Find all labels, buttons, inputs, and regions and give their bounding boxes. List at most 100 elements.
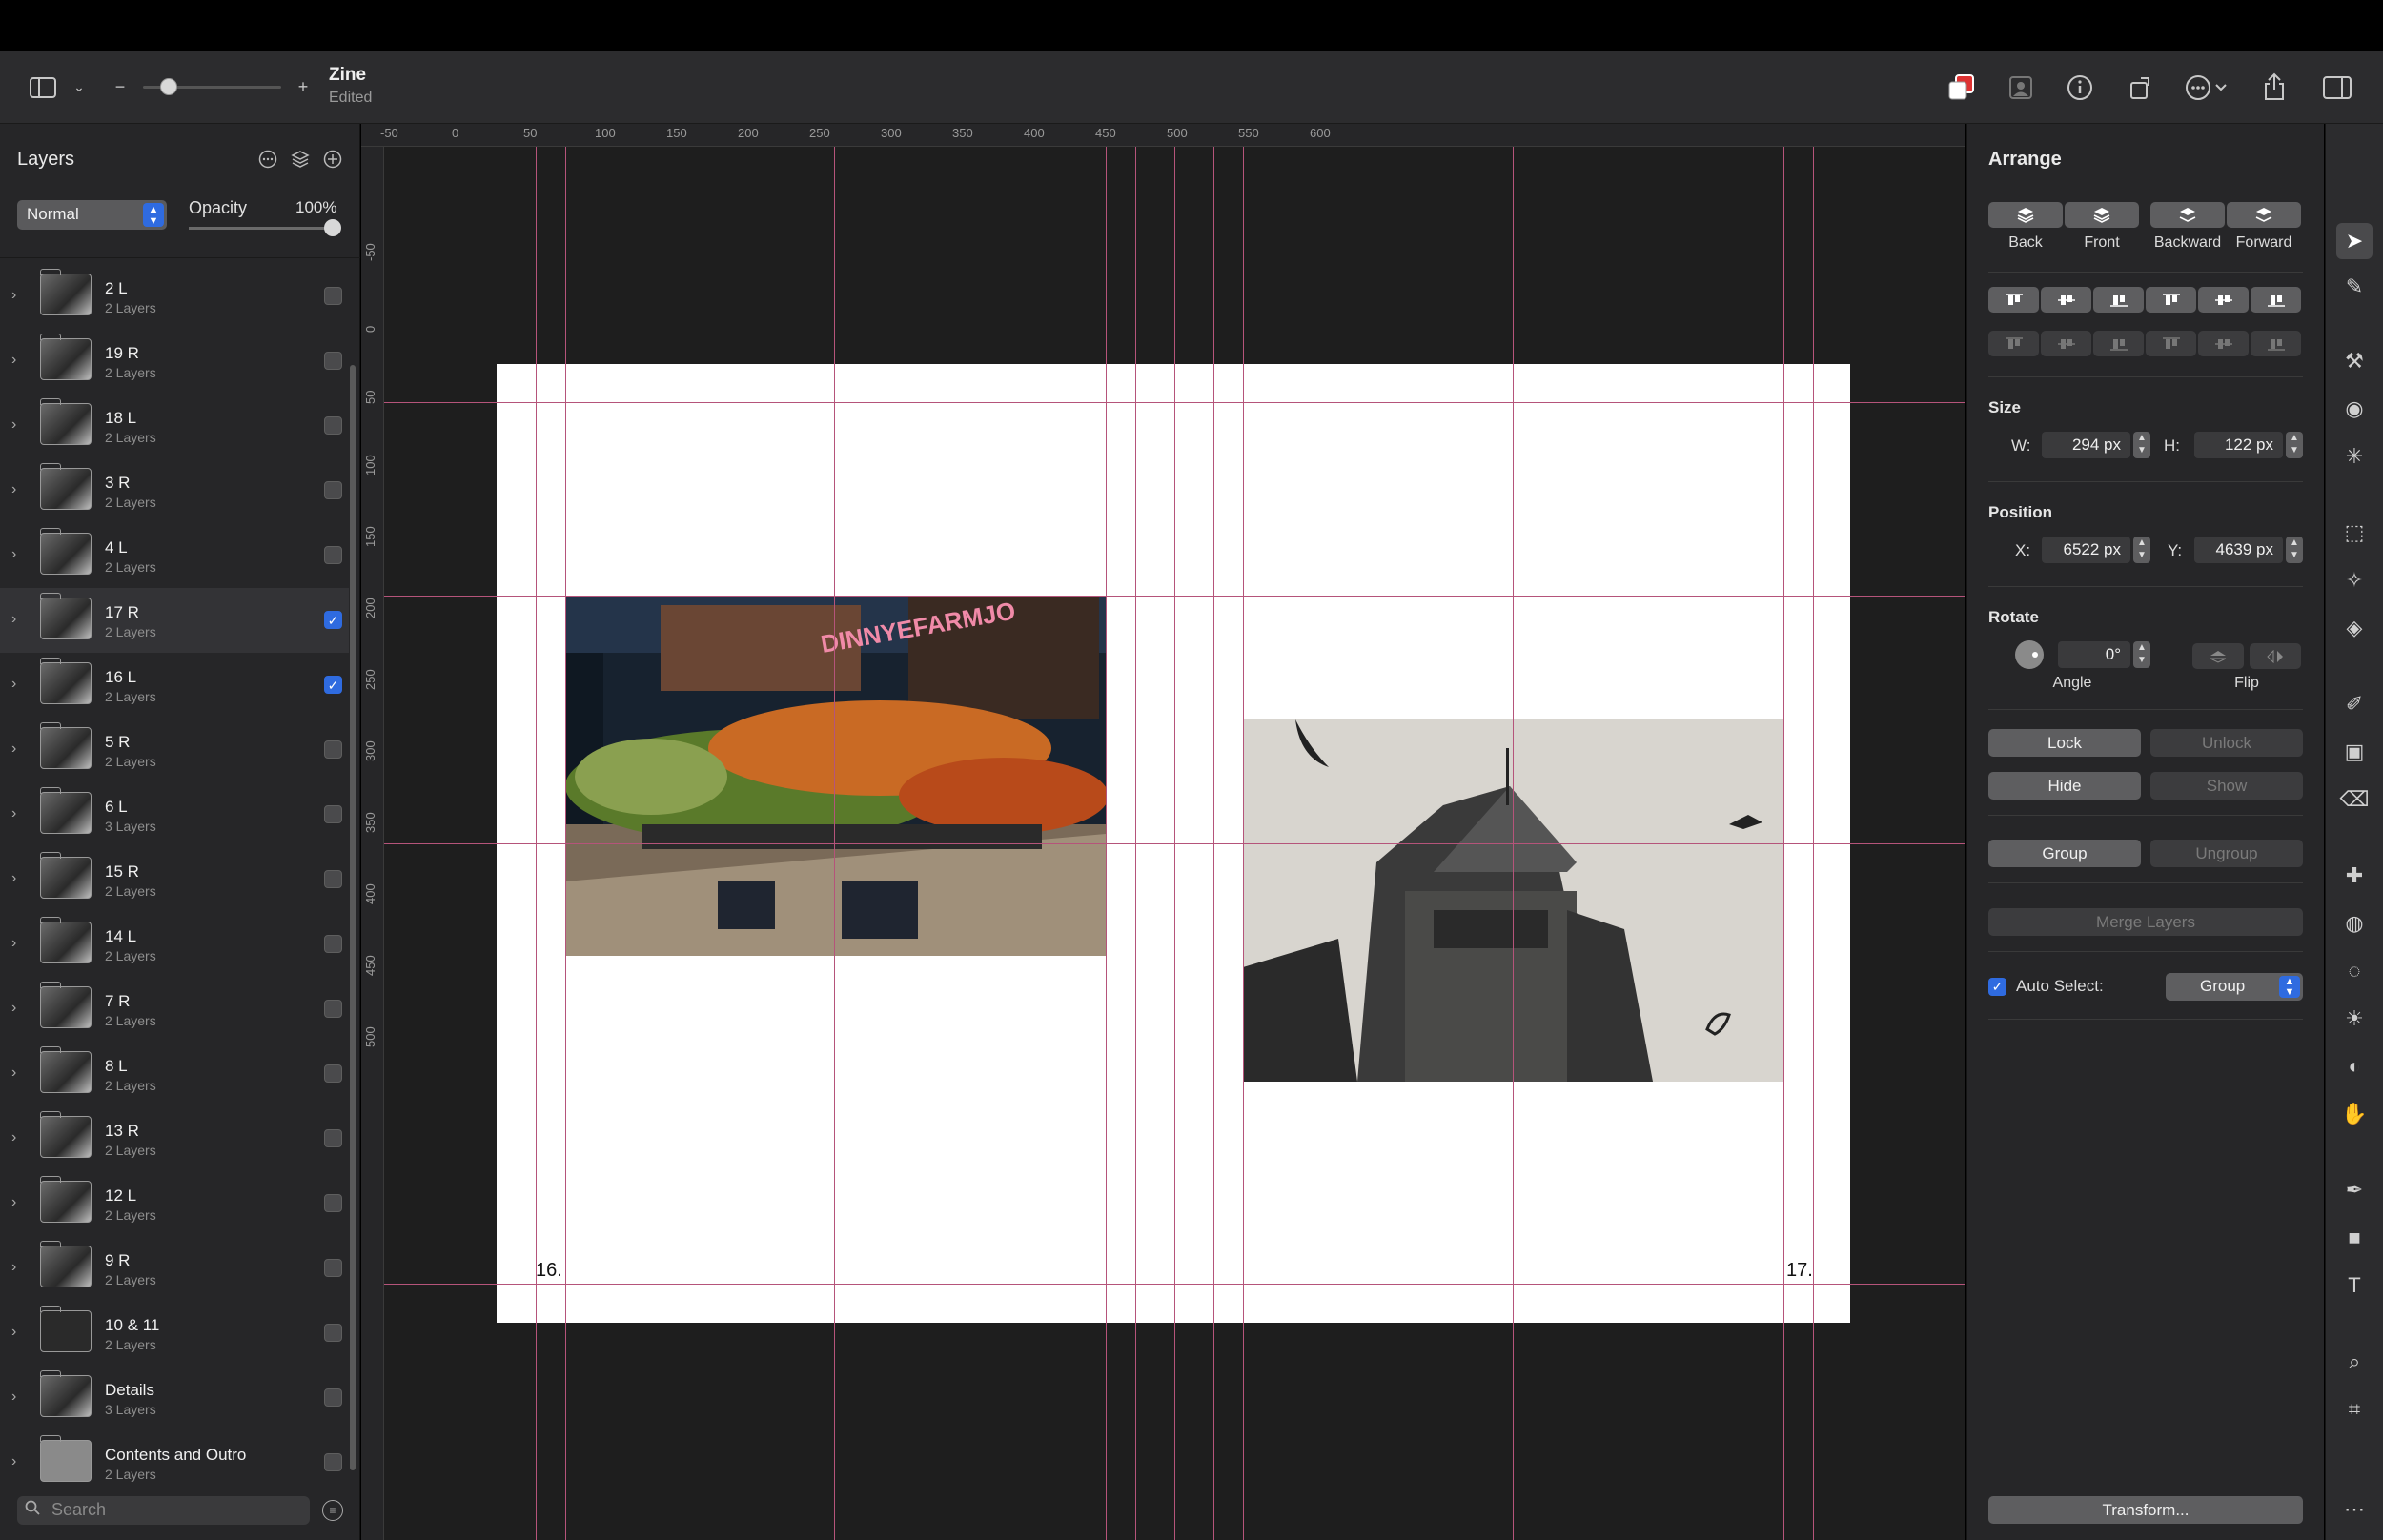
layer-row[interactable]: › 17 R 2 Layers ✓ — [0, 588, 349, 653]
more-tools-icon[interactable]: ⋯ — [2336, 1491, 2373, 1528]
show-button[interactable]: Show — [2150, 772, 2303, 800]
layers-search[interactable] — [17, 1496, 310, 1525]
guide-horizontal[interactable] — [384, 1284, 1965, 1285]
chevron-right-icon[interactable]: › — [11, 1129, 16, 1146]
distribute-left-button[interactable] — [2146, 331, 2196, 356]
layer-row[interactable]: › Contents and Outro 2 Layers — [0, 1430, 349, 1495]
distribute-vertical-center-button[interactable] — [2041, 331, 2091, 356]
layer-row[interactable]: › 10 & 11 2 Layers — [0, 1301, 349, 1366]
flip-horizontal-button[interactable] — [2250, 643, 2301, 669]
bring-to-front-button[interactable] — [2065, 202, 2139, 228]
move-tool-icon[interactable]: ➤ — [2336, 223, 2373, 259]
zoom-tool-icon[interactable]: ⌕ — [2336, 1344, 2373, 1380]
align-top-button[interactable] — [1988, 287, 2039, 313]
align-left-button[interactable] — [2146, 287, 2196, 313]
mask-icon[interactable] — [2006, 72, 2036, 103]
chevron-right-icon[interactable]: › — [11, 1324, 16, 1341]
layer-visibility-checkbox[interactable] — [324, 1129, 342, 1147]
smudge-tool-icon[interactable]: ⚒ — [2336, 343, 2373, 379]
contrast-tool-icon[interactable]: ◐ — [2336, 1048, 2373, 1084]
layer-row[interactable]: › 5 R 2 Layers — [0, 718, 349, 782]
zoom-out-button[interactable]: − — [111, 74, 130, 99]
auto-select-dropdown[interactable]: Group ▲ ▼ — [2166, 973, 2303, 1001]
quick-select-tool-icon[interactable]: ✧ — [2336, 562, 2373, 598]
chevron-right-icon[interactable]: › — [11, 935, 16, 952]
chevron-right-icon[interactable]: › — [11, 1064, 16, 1082]
layer-visibility-checkbox[interactable] — [324, 1453, 342, 1471]
brush-picker-tool-icon[interactable]: ✎ — [2336, 269, 2373, 305]
layer-row[interactable]: › 15 R 2 Layers — [0, 847, 349, 912]
layer-visibility-checkbox[interactable] — [324, 287, 342, 305]
layer-row[interactable]: › 2 L 2 Layers — [0, 264, 349, 329]
chevron-right-icon[interactable]: › — [11, 805, 16, 822]
layer-visibility-checkbox[interactable] — [324, 1388, 342, 1407]
sparkle-tool-icon[interactable]: ✳ — [2336, 438, 2373, 475]
ungroup-button[interactable]: Ungroup — [2150, 840, 2303, 867]
zoom-slider-knob[interactable] — [160, 78, 177, 95]
merge-layers-button[interactable]: Merge Layers — [1988, 908, 2303, 936]
clone-tool-icon[interactable]: ◉ — [2336, 391, 2373, 427]
chevron-right-icon[interactable]: › — [11, 611, 16, 628]
layer-visibility-checkbox[interactable]: ✓ — [324, 676, 342, 694]
align-vertical-center-button[interactable] — [2041, 287, 2091, 313]
chevron-right-icon[interactable]: › — [11, 740, 16, 758]
distribute-right-button[interactable] — [2251, 331, 2301, 356]
chevron-right-icon[interactable]: › — [11, 1453, 16, 1470]
align-horizontal-center-button[interactable] — [2198, 287, 2249, 313]
layer-visibility-checkbox[interactable] — [324, 870, 342, 888]
layer-row[interactable]: › 8 L 2 Layers — [0, 1042, 349, 1106]
y-stepper[interactable]: ▲ ▼ — [2286, 537, 2303, 563]
send-backward-button[interactable] — [2150, 202, 2225, 228]
angle-field[interactable]: 0° — [2058, 641, 2130, 668]
info-icon[interactable] — [2065, 72, 2095, 103]
layer-visibility-checkbox[interactable] — [324, 416, 342, 435]
color-select-tool-icon[interactable]: ◈ — [2336, 610, 2373, 646]
chevron-right-icon[interactable]: › — [11, 481, 16, 498]
flip-vertical-button[interactable] — [2192, 643, 2244, 669]
send-to-back-button[interactable] — [1988, 202, 2063, 228]
more-options-icon[interactable] — [2183, 72, 2232, 103]
opacity-slider-knob[interactable] — [324, 219, 341, 236]
pen-tool-icon[interactable]: ✒ — [2336, 1172, 2373, 1208]
chevron-right-icon[interactable]: › — [11, 546, 16, 563]
sidebar-options-chevron-icon[interactable]: ⌄ — [69, 74, 90, 99]
canvas-area[interactable]: -50 0 50 100 150 200 250 300 350 400 450 500 550 600 … — [361, 124, 1965, 1540]
sponge-tool-icon[interactable]: ◍ — [2336, 905, 2373, 942]
layer-visibility-checkbox[interactable] — [324, 546, 342, 564]
light-tool-icon[interactable]: ☀ — [2336, 1001, 2373, 1037]
healing-tool-icon[interactable]: ✚ — [2336, 858, 2373, 894]
chevron-right-icon[interactable]: › — [11, 1000, 16, 1017]
layer-row[interactable]: › 13 R 2 Layers — [0, 1106, 349, 1171]
rotate-crop-icon[interactable] — [2126, 72, 2156, 103]
sidebar-toggle-button[interactable] — [27, 72, 59, 103]
shape-tool-icon[interactable]: ■ — [2336, 1220, 2373, 1256]
width-stepper[interactable]: ▲ ▼ — [2133, 432, 2150, 458]
guide-horizontal[interactable] — [384, 596, 1965, 597]
height-field[interactable]: 122 px — [2194, 432, 2283, 458]
x-stepper[interactable]: ▲ ▼ — [2133, 537, 2150, 563]
text-tool-icon[interactable]: T — [2336, 1267, 2373, 1304]
layer-row[interactable]: › 18 L 2 Layers — [0, 394, 349, 458]
guide-horizontal[interactable] — [384, 843, 1965, 844]
fill-tool-icon[interactable]: ▣ — [2336, 734, 2373, 770]
layer-visibility-checkbox[interactable] — [324, 805, 342, 823]
layer-visibility-checkbox[interactable] — [324, 352, 342, 370]
inspector-toggle-icon[interactable] — [2320, 72, 2354, 103]
layer-row[interactable]: › 12 L 2 Layers — [0, 1171, 349, 1236]
unlock-button[interactable]: Unlock — [2150, 729, 2303, 757]
layer-row[interactable]: › 9 R 2 Layers — [0, 1236, 349, 1301]
align-bottom-button[interactable] — [2093, 287, 2144, 313]
layer-visibility-checkbox[interactable]: ✓ — [324, 611, 342, 629]
layer-row[interactable]: › 7 R 2 Layers — [0, 977, 349, 1042]
hide-button[interactable]: Hide — [1988, 772, 2141, 800]
chevron-right-icon[interactable]: › — [11, 1194, 16, 1211]
opacity-slider-track[interactable] — [189, 227, 336, 230]
market-photo[interactable]: DINNYEFARMJO — [565, 596, 1106, 956]
distribute-top-button[interactable] — [1988, 331, 2039, 356]
layer-row[interactable]: › 14 L 2 Layers — [0, 912, 349, 977]
layers-scrollbar[interactable] — [350, 365, 356, 1470]
group-button[interactable]: Group — [1988, 840, 2141, 867]
search-input[interactable] — [51, 1500, 299, 1520]
chevron-right-icon[interactable]: › — [11, 1388, 16, 1406]
layers-stack-icon[interactable] — [290, 149, 311, 170]
